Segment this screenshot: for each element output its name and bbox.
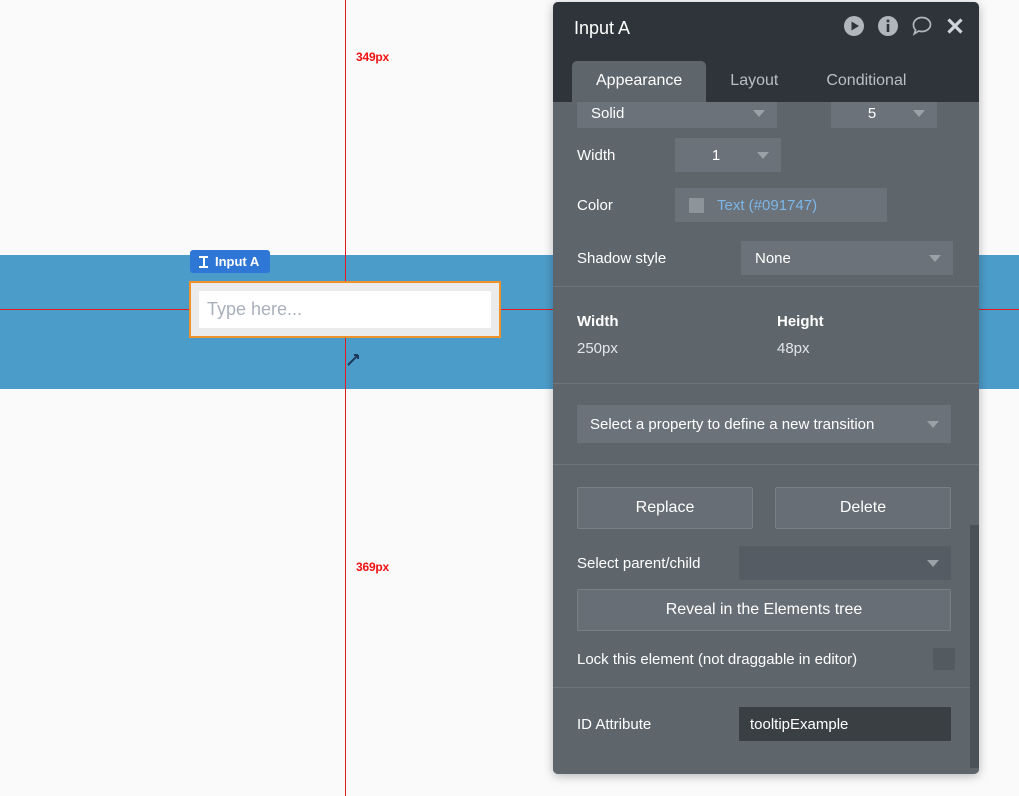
transition-property-select[interactable]: Select a property to define a new transi… xyxy=(577,405,951,443)
dimension-height-value: 48px xyxy=(777,340,810,357)
border-color-picker[interactable]: Text (#091747) xyxy=(675,188,887,222)
vertical-guide-line xyxy=(345,0,346,796)
lock-element-row: Lock this element (not draggable in edit… xyxy=(553,631,979,687)
panel-scrollbar-thumb[interactable] xyxy=(970,525,979,768)
chevron-down-icon xyxy=(927,421,939,428)
lock-element-label: Lock this element (not draggable in edit… xyxy=(577,650,858,668)
border-color-value[interactable]: Text (#091747) xyxy=(717,197,817,214)
border-width-label: Width xyxy=(577,146,616,164)
comment-icon[interactable] xyxy=(911,15,933,42)
border-style-row: Solid 5 xyxy=(553,102,979,130)
shadow-style-row: Shadow style None xyxy=(553,230,979,286)
id-attribute-row: ID Attribute tooltipExample xyxy=(553,688,979,760)
panel-tabs: Appearance Layout Conditional xyxy=(553,54,979,102)
dimension-width-label: Width xyxy=(577,313,619,330)
reveal-section: Reveal in the Elements tree xyxy=(553,589,979,631)
panel-header-actions xyxy=(843,15,965,42)
color-swatch-icon xyxy=(689,197,704,213)
dimension-height-label: Height xyxy=(777,313,824,330)
info-icon[interactable] xyxy=(877,15,899,42)
input-field-placeholder[interactable]: Type here... xyxy=(199,291,491,328)
reveal-in-elements-tree-button[interactable]: Reveal in the Elements tree xyxy=(577,589,951,631)
preview-play-icon[interactable] xyxy=(843,15,865,42)
id-attribute-input[interactable]: tooltipExample xyxy=(739,707,951,741)
tab-conditional[interactable]: Conditional xyxy=(802,61,930,102)
selected-element-badge[interactable]: Input A xyxy=(190,250,271,273)
border-color-label: Color xyxy=(577,196,613,214)
text-cursor-icon xyxy=(199,255,208,268)
app-root: 349px 369px Input A Type here... Input A xyxy=(0,0,1019,796)
shadow-style-select[interactable]: None xyxy=(741,241,953,275)
panel-header: Input A xyxy=(553,2,979,54)
chevron-down-icon xyxy=(913,110,925,117)
resize-handle-icon[interactable] xyxy=(347,353,360,366)
lock-element-checkbox[interactable] xyxy=(933,648,955,670)
parent-child-select[interactable] xyxy=(739,546,951,580)
tab-layout[interactable]: Layout xyxy=(706,61,802,102)
parent-child-row: Select parent/child xyxy=(553,529,979,589)
panel-body: Solid 5 Width 1 Color Text (#091747) Sha… xyxy=(553,102,979,774)
border-width-row: Width 1 xyxy=(553,130,979,180)
id-attribute-label: ID Attribute xyxy=(577,715,652,733)
panel-title: Input A xyxy=(574,17,631,38)
border-width-select[interactable]: 1 xyxy=(675,138,781,172)
border-color-row: Color Text (#091747) xyxy=(553,180,979,230)
parent-child-label: Select parent/child xyxy=(577,554,701,572)
close-icon[interactable] xyxy=(945,16,965,41)
border-style-select[interactable]: Solid xyxy=(577,102,777,128)
vertical-guide-label: 349px xyxy=(354,50,392,64)
dimensions-section: Width 250px Height 48px xyxy=(553,287,979,383)
tab-appearance[interactable]: Appearance xyxy=(572,61,707,102)
element-actions-section: Replace Delete xyxy=(553,465,979,529)
border-roundness-select[interactable]: 5 xyxy=(831,102,937,128)
dimension-width-value: 250px xyxy=(577,340,618,357)
horizontal-guide-label: 369px xyxy=(354,560,392,574)
replace-button[interactable]: Replace xyxy=(577,487,753,529)
delete-button[interactable]: Delete xyxy=(775,487,951,529)
element-property-panel[interactable]: Input A Appearance Layout Conditional So… xyxy=(553,2,979,774)
input-element-selection[interactable]: Type here... xyxy=(189,281,501,338)
chevron-down-icon xyxy=(757,152,769,159)
transition-section: Select a property to define a new transi… xyxy=(553,384,979,464)
selected-element-name: Input A xyxy=(215,254,260,269)
shadow-style-label: Shadow style xyxy=(577,249,667,267)
chevron-down-icon xyxy=(753,110,765,117)
chevron-down-icon xyxy=(927,560,939,567)
chevron-down-icon xyxy=(929,255,941,262)
